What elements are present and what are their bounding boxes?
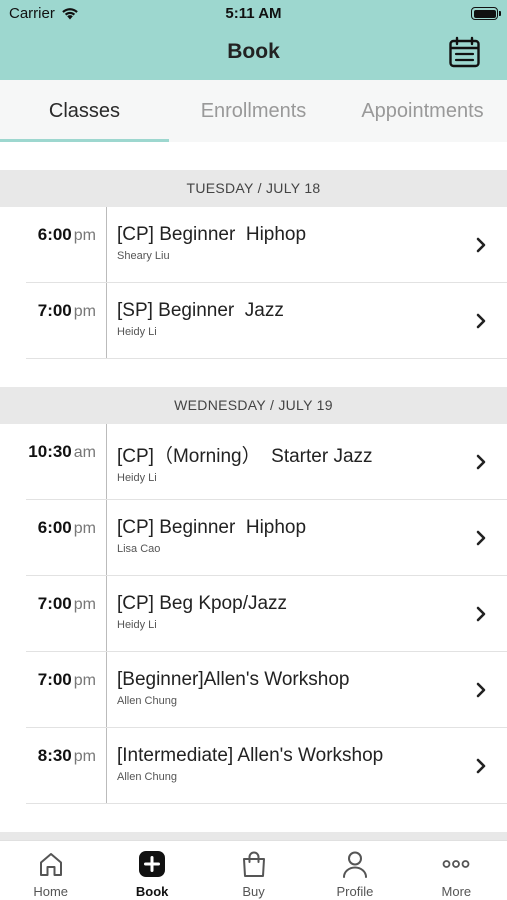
class-name: [CP] Beg Kpop/Jazz bbox=[117, 593, 288, 614]
bottom-tab-bar: Home Book Buy Profile More bbox=[0, 840, 507, 900]
class-row[interactable]: 6:00 pm [CP] Beginner Hiphop Lisa Cao bbox=[0, 500, 507, 576]
class-row[interactable]: 7:00 pm [CP] Beg Kpop/Jazz Heidy Li bbox=[0, 576, 507, 652]
home-icon bbox=[39, 853, 62, 876]
tab-enrollments[interactable]: Enrollments bbox=[169, 80, 338, 142]
tabbar-label: Home bbox=[33, 884, 69, 899]
tabbar-label: Book bbox=[135, 884, 169, 899]
class-time: 8:30 pm bbox=[37, 746, 96, 765]
chevron-right-icon bbox=[476, 530, 486, 546]
day-class-list: 10:30 am [CP]（Morning） Starter Jazz Heidy… bbox=[0, 424, 507, 804]
chevron-right-icon bbox=[476, 313, 486, 329]
class-time: 10:30 am bbox=[28, 442, 96, 461]
class-time: 6:00 pm bbox=[37, 225, 96, 244]
instructor-name: Allen Chung bbox=[117, 695, 177, 707]
class-name: [SP] Beginner Jazz bbox=[117, 300, 284, 321]
tabbar-book[interactable]: Book bbox=[101, 841, 202, 900]
class-name: [CP]（Morning） Starter Jazz bbox=[117, 446, 373, 467]
shopping-bag-icon bbox=[242, 851, 265, 877]
class-time: 7:00 pm bbox=[37, 594, 96, 613]
chevron-right-icon bbox=[476, 758, 486, 774]
class-name: [Beginner]Allen's Workshop bbox=[117, 669, 350, 690]
class-time: 7:00 pm bbox=[37, 670, 96, 689]
chevron-right-icon bbox=[476, 237, 486, 253]
class-row[interactable]: 8:30 pm [Intermediate] Allen's Workshop A… bbox=[0, 728, 507, 804]
tabbar-label: Buy bbox=[242, 884, 265, 899]
tabbar-more[interactable]: More bbox=[406, 841, 507, 900]
book-plus-icon bbox=[139, 851, 166, 877]
tabbar-buy[interactable]: Buy bbox=[203, 841, 304, 900]
chevron-right-icon bbox=[476, 606, 486, 622]
instructor-name: Allen Chung bbox=[117, 771, 177, 783]
instructor-name: Sheary Liu bbox=[117, 250, 170, 262]
instructor-name: Heidy Li bbox=[117, 326, 157, 338]
tab-appointments[interactable]: Appointments bbox=[338, 80, 507, 142]
instructor-name: Heidy Li bbox=[117, 619, 157, 631]
tabbar-label: Profile bbox=[336, 884, 374, 899]
calendar-icon[interactable] bbox=[448, 36, 481, 69]
status-bar: Carrier 5:11 AM bbox=[0, 0, 507, 28]
class-name: [CP] Beginner Hiphop bbox=[117, 517, 307, 538]
class-row[interactable]: 10:30 am [CP]（Morning） Starter Jazz Heidy… bbox=[0, 424, 507, 500]
day-header: TUESDAY / JULY 18 bbox=[0, 170, 507, 207]
profile-icon bbox=[342, 851, 367, 878]
class-name: [Intermediate] Allen's Workshop bbox=[117, 745, 384, 766]
instructor-name: Lisa Cao bbox=[117, 543, 161, 555]
class-row[interactable]: 7:00 pm [SP] Beginner Jazz Heidy Li bbox=[0, 283, 507, 359]
status-time: 5:11 AM bbox=[225, 5, 282, 22]
class-row[interactable]: 7:00 pm [Beginner]Allen's Workshop Allen … bbox=[0, 652, 507, 728]
page-title: Book bbox=[227, 40, 280, 63]
chevron-right-icon bbox=[476, 454, 486, 470]
class-name: [CP] Beginner Hiphop bbox=[117, 224, 307, 245]
battery-icon bbox=[471, 7, 501, 20]
chevron-right-icon bbox=[476, 682, 486, 698]
class-time: 7:00 pm bbox=[37, 301, 96, 320]
day-class-list: 6:00 pm [CP] Beginner Hiphop Sheary Liu 7… bbox=[0, 207, 507, 359]
day-header: WEDNESDAY / JULY 19 bbox=[0, 387, 507, 424]
nav-header: Carrier 5:11 AM Book bbox=[0, 0, 507, 80]
class-schedule-list[interactable]: TUESDAY / JULY 18 6:00 pm [CP] Beginner H… bbox=[0, 142, 507, 840]
class-time: 6:00 pm bbox=[37, 518, 96, 537]
class-row[interactable]: 6:00 pm [CP] Beginner Hiphop Sheary Liu bbox=[0, 207, 507, 283]
instructor-name: Heidy Li bbox=[117, 472, 157, 484]
segment-tabs: Classes Enrollments Appointments bbox=[0, 80, 507, 142]
tabbar-profile[interactable]: Profile bbox=[304, 841, 405, 900]
more-icon bbox=[442, 860, 470, 868]
tabbar-label: More bbox=[441, 884, 472, 899]
day-header-partial bbox=[0, 832, 507, 840]
tab-classes[interactable]: Classes bbox=[0, 80, 169, 142]
tabbar-home[interactable]: Home bbox=[0, 841, 101, 900]
